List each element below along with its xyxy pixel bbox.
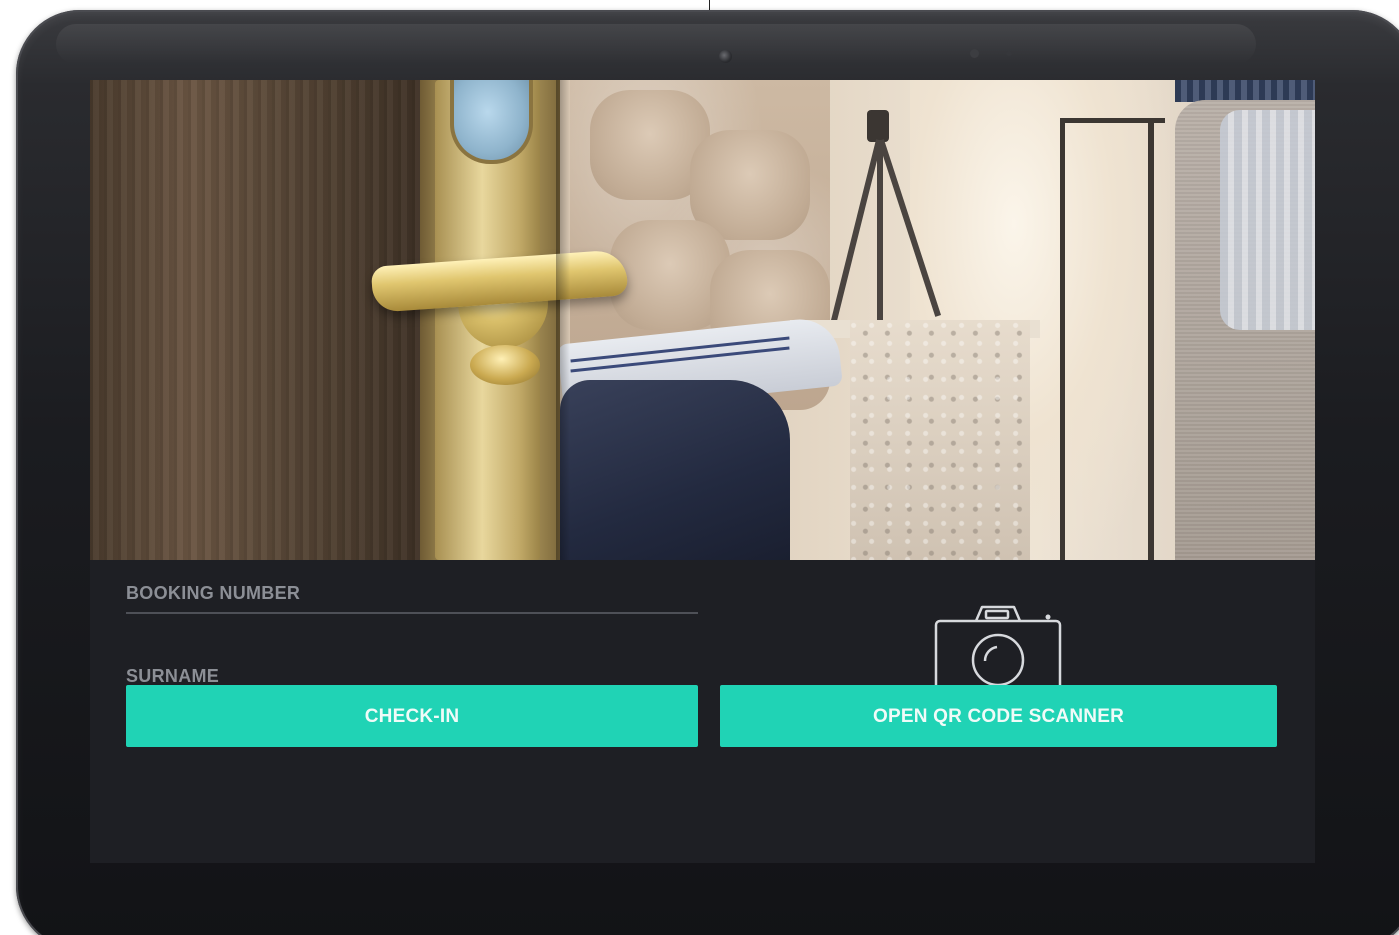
sensor	[970, 49, 979, 58]
door-shadow	[556, 80, 570, 560]
open-qr-scanner-button[interactable]: OPEN QR CODE SCANNER	[720, 685, 1277, 747]
nightstand	[850, 320, 1030, 560]
armchair-cushion	[1220, 110, 1315, 330]
page: BOOKING NUMBER SURNAME CHECK-IN OPEN QR …	[0, 0, 1399, 935]
table-lamp-head	[867, 110, 889, 142]
window-blind	[1175, 80, 1315, 102]
tripod-leg	[877, 140, 883, 320]
checkin-button[interactable]: CHECK-IN	[126, 685, 698, 747]
bed-blanket	[560, 380, 790, 560]
booking-number-field[interactable]: BOOKING NUMBER	[126, 572, 698, 614]
front-camera	[719, 50, 732, 63]
card-reader	[450, 80, 533, 164]
hero-image	[90, 80, 1315, 560]
bezel-sheen	[56, 24, 1256, 64]
lock-cylinder	[470, 345, 540, 385]
booking-number-label: BOOKING NUMBER	[126, 583, 301, 603]
sensor	[1006, 51, 1012, 56]
door	[90, 80, 420, 560]
surname-label: SURNAME	[126, 666, 220, 686]
floor-lamp-pole	[1148, 118, 1154, 560]
